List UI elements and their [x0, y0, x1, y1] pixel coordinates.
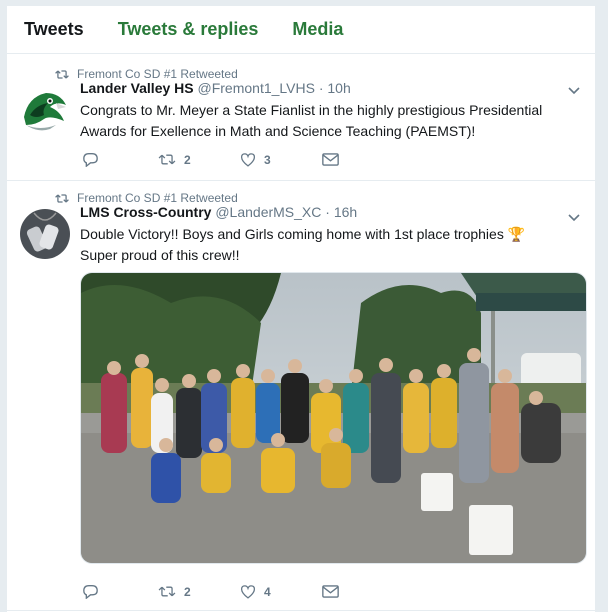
direct-message-button[interactable] — [322, 585, 339, 598]
retweet-count: 2 — [184, 584, 191, 599]
tweet-text-line: Double Victory!! Boys and Girls coming h… — [80, 226, 526, 242]
profile-tabs: Tweets Tweets & replies Media — [7, 6, 595, 54]
retweet-button[interactable]: 2 — [158, 585, 240, 599]
tweet-text: Double Victory!! Boys and Girls coming h… — [80, 224, 550, 266]
like-button[interactable]: 4 — [240, 584, 322, 599]
tweet-timestamp[interactable]: · 10h — [319, 80, 351, 96]
envelope-icon — [322, 153, 339, 166]
tweet-text: Congrats to Mr. Meyer a State Fianlist i… — [80, 102, 543, 139]
tweet-text-line: Super proud of this crew!! — [80, 247, 240, 263]
envelope-icon — [322, 585, 339, 598]
author-handle[interactable]: @LanderMS_XC — [215, 204, 321, 220]
tweet-timestamp[interactable]: · 16h — [325, 204, 357, 220]
reply-button[interactable] — [82, 584, 158, 599]
green-hawk-mascot-icon — [20, 85, 70, 135]
team-group-photo — [81, 273, 586, 563]
author-name[interactable]: Lander Valley HS — [80, 80, 194, 96]
retweet-context: Fremont Co SD #1 Retweeted — [55, 191, 238, 205]
tab-tweets-and-replies[interactable]: Tweets & replies — [118, 19, 259, 40]
avatar[interactable] — [20, 85, 70, 135]
author-handle[interactable]: @Fremont1_LVHS — [198, 80, 315, 96]
like-count: 4 — [264, 584, 271, 599]
reply-button[interactable] — [82, 152, 158, 167]
tweet-photo[interactable] — [80, 272, 587, 564]
reply-icon — [83, 585, 98, 599]
author-name[interactable]: LMS Cross-Country — [80, 204, 211, 220]
tab-media[interactable]: Media — [292, 19, 343, 40]
retweet-icon — [158, 154, 176, 165]
tweet-actions: 2 3 — [82, 152, 339, 167]
retweet-count: 2 — [184, 152, 191, 167]
reply-icon — [83, 153, 98, 167]
like-button[interactable]: 3 — [240, 152, 322, 167]
heart-icon — [240, 153, 256, 167]
avatar[interactable] — [20, 209, 70, 259]
tweet-header: LMS Cross-Country @LanderMS_XC · 16h — [80, 204, 357, 220]
like-count: 3 — [264, 152, 271, 167]
retweeted-by-label: Fremont Co SD #1 Retweeted — [77, 67, 238, 81]
retweeted-by-label: Fremont Co SD #1 Retweeted — [77, 191, 238, 205]
retweet-button[interactable]: 2 — [158, 153, 240, 167]
retweet-icon — [55, 69, 69, 79]
tweet-actions: 2 4 — [82, 584, 339, 599]
tab-tweets[interactable]: Tweets — [24, 19, 84, 40]
tweet-item[interactable]: Fremont Co SD #1 Retweeted LMS Cross-Cou… — [7, 181, 595, 611]
retweet-context: Fremont Co SD #1 Retweeted — [55, 67, 238, 81]
tweet-header: Lander Valley HS @Fremont1_LVHS · 10h — [80, 80, 351, 96]
chevron-down-icon[interactable] — [567, 211, 581, 225]
chevron-down-icon[interactable] — [567, 84, 581, 98]
retweet-icon — [158, 586, 176, 597]
retweet-icon — [55, 193, 69, 203]
heart-icon — [240, 585, 256, 599]
profile-timeline: Tweets Tweets & replies Media Fremont Co… — [6, 6, 596, 612]
direct-message-button[interactable] — [322, 153, 339, 166]
dog-tags-icon — [20, 209, 70, 259]
